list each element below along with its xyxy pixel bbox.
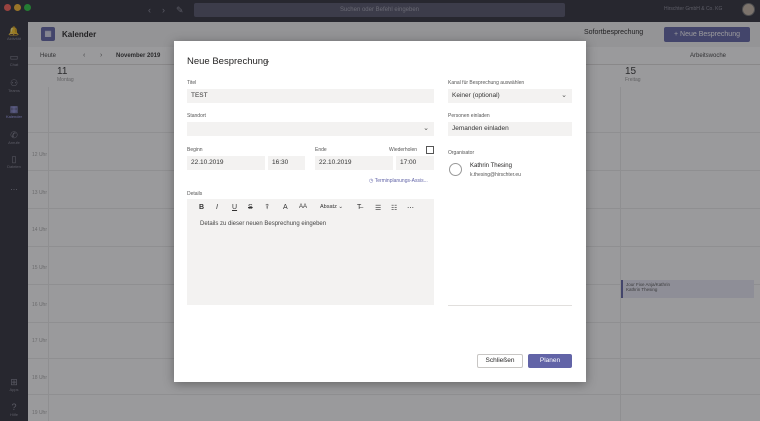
underline-button[interactable]: U bbox=[232, 204, 237, 211]
organizer-name: Kathrin Thesing bbox=[470, 163, 512, 169]
bullet-list-icon[interactable]: ☰ bbox=[375, 204, 381, 212]
invite-people-input[interactable]: Jemanden einladen bbox=[448, 122, 572, 136]
end-time-input[interactable]: 17:00 bbox=[396, 156, 434, 170]
title-label: Titel bbox=[187, 80, 197, 86]
more-options-icon[interactable]: ⋯ bbox=[407, 204, 414, 212]
new-meeting-dialog: Neue Besprechung ⌄ Titel TEST Standort ⌄… bbox=[174, 41, 586, 382]
channel-select[interactable]: Keiner (optional) ⌄ bbox=[448, 89, 572, 103]
chevron-down-icon: ⌄ bbox=[561, 92, 567, 99]
strikethrough-button[interactable]: S bbox=[248, 204, 253, 211]
title-input[interactable]: TEST bbox=[187, 89, 434, 103]
format-toolbar: B I U S ⍒ A AA Absatz ⌄ T̶ ☰ ☷ ⋯ bbox=[187, 199, 434, 219]
bold-button[interactable]: B bbox=[199, 204, 204, 211]
details-editor[interactable]: B I U S ⍒ A AA Absatz ⌄ T̶ ☰ ☷ ⋯ Details… bbox=[187, 199, 434, 305]
font-color-icon[interactable]: A bbox=[283, 204, 288, 211]
divider bbox=[448, 305, 572, 306]
start-label: Beginn bbox=[187, 147, 203, 153]
chevron-down-icon[interactable]: ⌄ bbox=[264, 56, 271, 65]
repeat-label: Wiederholen bbox=[389, 147, 418, 153]
numbered-list-icon[interactable]: ☷ bbox=[391, 204, 397, 212]
end-label: Ende bbox=[315, 147, 327, 153]
dialog-title: Neue Besprechung bbox=[187, 56, 269, 67]
details-placeholder: Details zu dieser neuen Besprechung eing… bbox=[200, 221, 327, 227]
organizer-label: Organisator bbox=[448, 150, 475, 156]
scheduling-assistant-link[interactable]: ◷ Terminplanungs-Assis... bbox=[369, 178, 428, 184]
end-date-input[interactable]: 22.10.2019 bbox=[315, 156, 393, 170]
channel-label: Kanal für Besprechung auswählen bbox=[448, 80, 525, 86]
organizer-avatar bbox=[449, 163, 462, 176]
chevron-down-icon: ⌄ bbox=[423, 125, 429, 132]
start-date-input[interactable]: 22.10.2019 bbox=[187, 156, 265, 170]
location-label: Standort bbox=[187, 113, 206, 119]
clear-format-icon[interactable]: T̶ bbox=[357, 204, 361, 211]
people-label: Personen einladen bbox=[448, 113, 490, 119]
start-time-input[interactable]: 16:30 bbox=[268, 156, 305, 170]
clock-icon: ◷ bbox=[369, 178, 374, 184]
font-size-icon[interactable]: AA bbox=[299, 204, 307, 210]
italic-button[interactable]: I bbox=[216, 204, 218, 211]
paragraph-dropdown[interactable]: Absatz ⌄ bbox=[320, 204, 343, 210]
organizer-email: k.thesing@hirschter.eu bbox=[470, 172, 521, 178]
schedule-button[interactable]: Planen bbox=[528, 354, 572, 368]
location-input[interactable]: ⌄ bbox=[187, 122, 434, 136]
close-button[interactable]: Schließen bbox=[477, 354, 523, 368]
details-label: Details bbox=[187, 191, 203, 197]
repeat-checkbox[interactable] bbox=[426, 146, 434, 154]
highlight-icon[interactable]: ⍒ bbox=[265, 204, 269, 212]
